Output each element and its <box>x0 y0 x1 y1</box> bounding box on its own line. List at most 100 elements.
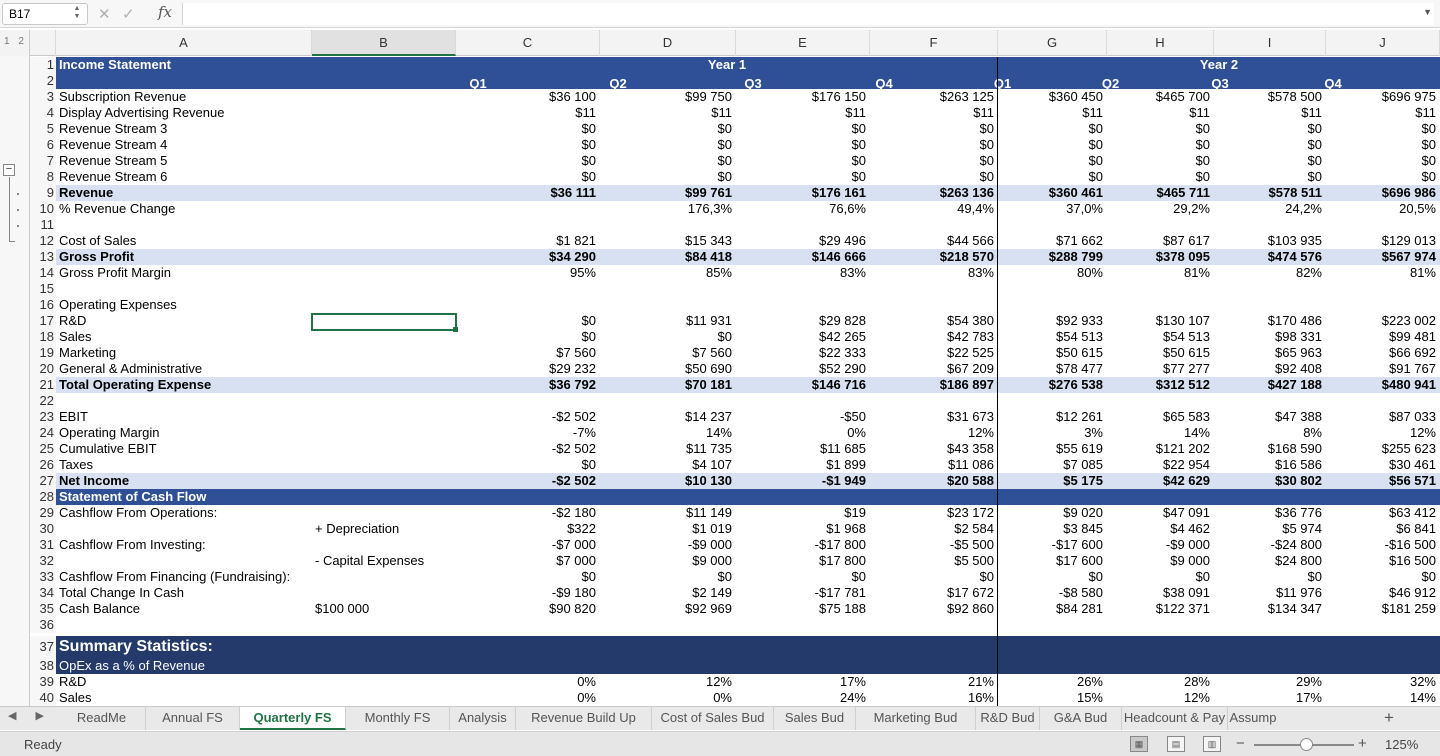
insert-function-icon[interactable]: fx <box>158 3 172 21</box>
column-header-H[interactable]: H <box>1107 30 1214 56</box>
cell-value[interactable]: -$8 580 <box>998 585 1107 601</box>
year-1-header[interactable]: Year 1 <box>456 57 998 73</box>
cell-value[interactable]: $0 <box>1107 153 1214 169</box>
cell-value[interactable]: 49,4% <box>870 201 998 217</box>
cell-value[interactable]: $56 571 <box>1326 473 1440 489</box>
cell-label[interactable]: Cashflow From Investing: <box>56 537 312 553</box>
cell-label[interactable]: Net Income <box>56 473 312 489</box>
add-sheet-button[interactable]: + <box>1378 707 1400 730</box>
row-number[interactable]: 21 <box>30 377 56 393</box>
cell-value[interactable]: $696 986 <box>1326 185 1440 201</box>
cell-value[interactable]: $17 600 <box>998 553 1107 569</box>
cell-value[interactable]: $263 136 <box>870 185 998 201</box>
cell-value[interactable]: 17% <box>736 674 870 690</box>
cell-value[interactable]: $11 <box>998 105 1107 121</box>
cell-value[interactable]: $11 976 <box>1214 585 1326 601</box>
cell-label[interactable]: Operating Margin <box>56 425 312 441</box>
cell-label[interactable]: Revenue Stream 3 <box>56 121 312 137</box>
cell-value[interactable]: $480 941 <box>1326 377 1440 393</box>
cell-value[interactable]: $65 963 <box>1214 345 1326 361</box>
cell-value[interactable]: 14% <box>600 425 736 441</box>
zoom-out-button[interactable]: − <box>1236 735 1245 752</box>
column-header-J[interactable]: J <box>1326 30 1440 56</box>
cell-value[interactable]: $176 150 <box>736 89 870 105</box>
cell-label[interactable]: Display Advertising Revenue <box>56 105 312 121</box>
cell-value[interactable]: $6 841 <box>1326 521 1440 537</box>
select-all-corner[interactable] <box>30 30 56 56</box>
cell-value[interactable]: -$2 502 <box>456 473 600 489</box>
row-number[interactable]: 18 <box>30 329 56 345</box>
cell-value[interactable]: 82% <box>1214 265 1326 281</box>
row-number[interactable]: 27 <box>30 473 56 489</box>
cell-value[interactable]: 8% <box>1214 425 1326 441</box>
cell-sublabel[interactable]: + Depreciation <box>312 521 456 537</box>
cell-value[interactable]: $78 477 <box>998 361 1107 377</box>
cell-value[interactable]: $0 <box>1107 569 1214 585</box>
cell-value[interactable]: $14 237 <box>600 409 736 425</box>
row-number[interactable]: 8 <box>30 169 56 185</box>
cell-value[interactable]: -$16 500 <box>1326 537 1440 553</box>
cancel-icon[interactable]: ✕ <box>98 5 111 23</box>
cell-label[interactable]: Marketing <box>56 345 312 361</box>
cell-value[interactable]: $63 412 <box>1326 505 1440 521</box>
cell-value[interactable]: $84 418 <box>600 249 736 265</box>
cell-value[interactable]: -$50 <box>736 409 870 425</box>
cell-value[interactable]: $0 <box>998 137 1107 153</box>
cell-value[interactable]: $29 232 <box>456 361 600 377</box>
row-number[interactable]: 7 <box>30 153 56 169</box>
cell-value[interactable]: $134 347 <box>1214 601 1326 617</box>
cell-value[interactable]: $70 181 <box>600 377 736 393</box>
cell-value[interactable]: $42 629 <box>1107 473 1214 489</box>
collapse-group-icon[interactable]: − <box>3 164 15 176</box>
cell-value[interactable]: $578 500 <box>1214 89 1326 105</box>
cell-value[interactable]: $15 343 <box>600 233 736 249</box>
row-number[interactable]: 5 <box>30 121 56 137</box>
row-number[interactable]: 40 <box>30 690 56 706</box>
cell-value[interactable]: 17% <box>1214 690 1326 706</box>
cell-value[interactable]: -$17 600 <box>998 537 1107 553</box>
cell-value[interactable]: 0% <box>736 425 870 441</box>
cell-value[interactable]: $0 <box>456 329 600 345</box>
cell-value[interactable]: $0 <box>456 569 600 585</box>
cell-value[interactable]: $75 188 <box>736 601 870 617</box>
cell-label[interactable]: Cash Balance <box>56 601 312 617</box>
cell-value[interactable]: $0 <box>1326 121 1440 137</box>
cell-value[interactable]: $84 281 <box>998 601 1107 617</box>
cell-value[interactable]: $0 <box>456 153 600 169</box>
cell-value[interactable]: $2 149 <box>600 585 736 601</box>
cell-value[interactable]: $1 821 <box>456 233 600 249</box>
row-number[interactable]: 19 <box>30 345 56 361</box>
cell-value[interactable]: $103 935 <box>1214 233 1326 249</box>
cell-value[interactable]: $0 <box>998 153 1107 169</box>
cell-value[interactable]: $0 <box>1326 169 1440 185</box>
row-number[interactable]: 30 <box>30 521 56 537</box>
sheet-tab[interactable]: Marketing Bud <box>856 707 976 730</box>
cell-value[interactable]: $99 481 <box>1326 329 1440 345</box>
cell-value[interactable]: $16 586 <box>1214 457 1326 473</box>
cell-value[interactable]: $0 <box>1107 137 1214 153</box>
row-number[interactable]: 39 <box>30 674 56 690</box>
cell-value[interactable] <box>456 201 600 217</box>
cell-sublabel[interactable]: - Capital Expenses <box>312 553 456 569</box>
cell-value[interactable]: $0 <box>456 137 600 153</box>
cell-value[interactable]: -$7 000 <box>456 537 600 553</box>
cell-value[interactable]: 3% <box>998 425 1107 441</box>
column-header-C[interactable]: C <box>456 30 600 56</box>
cell-value[interactable]: $322 <box>456 521 600 537</box>
cell-value[interactable]: $288 799 <box>998 249 1107 265</box>
sheet-tab[interactable]: Monthly FS <box>346 707 450 730</box>
cell-value[interactable]: $696 975 <box>1326 89 1440 105</box>
cell-value[interactable]: -$9 180 <box>456 585 600 601</box>
cell-value[interactable]: $77 277 <box>1107 361 1214 377</box>
cell-value[interactable]: $474 576 <box>1214 249 1326 265</box>
cell-value[interactable]: $170 486 <box>1214 313 1326 329</box>
cell-value[interactable]: $11 <box>870 105 998 121</box>
row-number[interactable]: 9 <box>30 185 56 201</box>
cell-value[interactable]: 26% <box>998 674 1107 690</box>
zoom-in-button[interactable]: + <box>1358 735 1367 752</box>
cell-value[interactable]: $0 <box>736 169 870 185</box>
cell-value[interactable]: 81% <box>1326 265 1440 281</box>
row-number[interactable]: 24 <box>30 425 56 441</box>
cell-label[interactable]: R&D <box>56 313 312 329</box>
cell-value[interactable]: 0% <box>456 690 600 706</box>
